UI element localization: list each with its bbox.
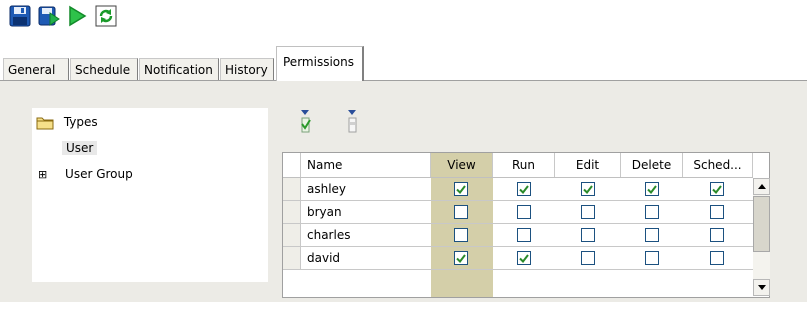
view-checkbox[interactable] [454,251,468,265]
delete-checkbox[interactable] [645,251,659,265]
tree-item-types[interactable]: Types [36,112,98,132]
table-row[interactable]: david [283,247,753,270]
save-as-button[interactable] [37,4,61,28]
scroll-up-button[interactable] [753,178,770,195]
row-name-cell: david [307,251,341,265]
row-name-cell: bryan [307,205,342,219]
permissions-grid: Name View Run Edit Delete Sched... ashle… [282,152,770,298]
table-row[interactable]: charles [283,224,753,247]
edit-checkbox[interactable] [581,182,595,196]
run-icon [69,5,87,27]
save-icon [9,5,31,27]
arrow-down-icon [757,285,766,290]
status-strip [0,302,807,314]
checkmark-icon [519,184,529,194]
checkmark-icon [583,184,593,194]
folder-icon [36,117,54,129]
refresh-icon [95,5,117,27]
row-header[interactable] [283,247,301,270]
uncheck-all-button[interactable] [346,110,358,137]
run-button[interactable] [65,4,89,28]
checkmark-icon [712,184,722,194]
run-checkbox[interactable] [517,205,531,219]
tab-notification[interactable]: Notification [139,58,219,80]
tree-item-user-label: User [62,141,98,155]
row-name-cell: charles [307,228,351,242]
row-divider [283,269,753,270]
row-header[interactable] [283,201,301,224]
edit-checkbox[interactable] [581,251,595,265]
uncheck-all-icon [348,110,357,133]
check-all-icon [301,110,311,133]
header-sched[interactable]: Sched... [683,153,753,177]
row-header[interactable] [283,224,301,247]
checkmark-icon [456,184,466,194]
edit-checkbox[interactable] [581,205,595,219]
tab-schedule[interactable]: Schedule [70,58,138,80]
header-name[interactable]: Name [301,153,431,177]
view-checkbox[interactable] [454,228,468,242]
refresh-button[interactable] [94,4,118,28]
row-header[interactable] [283,178,301,201]
run-checkbox[interactable] [517,182,531,196]
header-view[interactable]: View [431,153,493,177]
header-edit[interactable]: Edit [555,153,621,177]
tree-item-user[interactable]: User [62,138,98,158]
view-checkbox[interactable] [454,182,468,196]
type-tree: Types User ⊞ User Group [32,108,268,282]
save-button[interactable] [8,4,32,28]
check-all-button[interactable] [299,110,311,137]
scroll-thumb[interactable] [753,196,770,252]
table-row[interactable]: bryan [283,201,753,224]
tree-item-user-group-label: User Group [65,167,133,181]
run-checkbox[interactable] [517,251,531,265]
checkmark-icon [519,253,529,263]
save-as-icon [38,6,60,26]
expand-icon[interactable]: ⊞ [38,168,47,181]
header-corner [283,153,301,177]
tab-general[interactable]: General [3,58,69,80]
header-delete[interactable]: Delete [621,153,683,177]
checkmark-icon [647,184,657,194]
tree-item-user-group[interactable]: ⊞ User Group [38,164,133,184]
sched-checkbox[interactable] [710,182,724,196]
sched-checkbox[interactable] [710,228,724,242]
row-name-cell: ashley [307,182,347,196]
tab-permissions[interactable]: Permissions [276,46,364,82]
grid-header: Name View Run Edit Delete Sched... [283,153,753,178]
header-run[interactable]: Run [493,153,555,177]
checkmark-icon [456,253,466,263]
sched-checkbox[interactable] [710,251,724,265]
view-checkbox[interactable] [454,205,468,219]
delete-checkbox[interactable] [645,205,659,219]
delete-checkbox[interactable] [645,182,659,196]
grid-scrollbar[interactable] [753,178,770,296]
tab-history[interactable]: History [220,58,274,80]
tree-item-types-label: Types [63,115,98,129]
table-row[interactable]: ashley [283,178,753,201]
edit-checkbox[interactable] [581,228,595,242]
run-checkbox[interactable] [517,228,531,242]
arrow-up-icon [757,184,766,189]
delete-checkbox[interactable] [645,228,659,242]
scroll-down-button[interactable] [753,279,770,296]
sched-checkbox[interactable] [710,205,724,219]
